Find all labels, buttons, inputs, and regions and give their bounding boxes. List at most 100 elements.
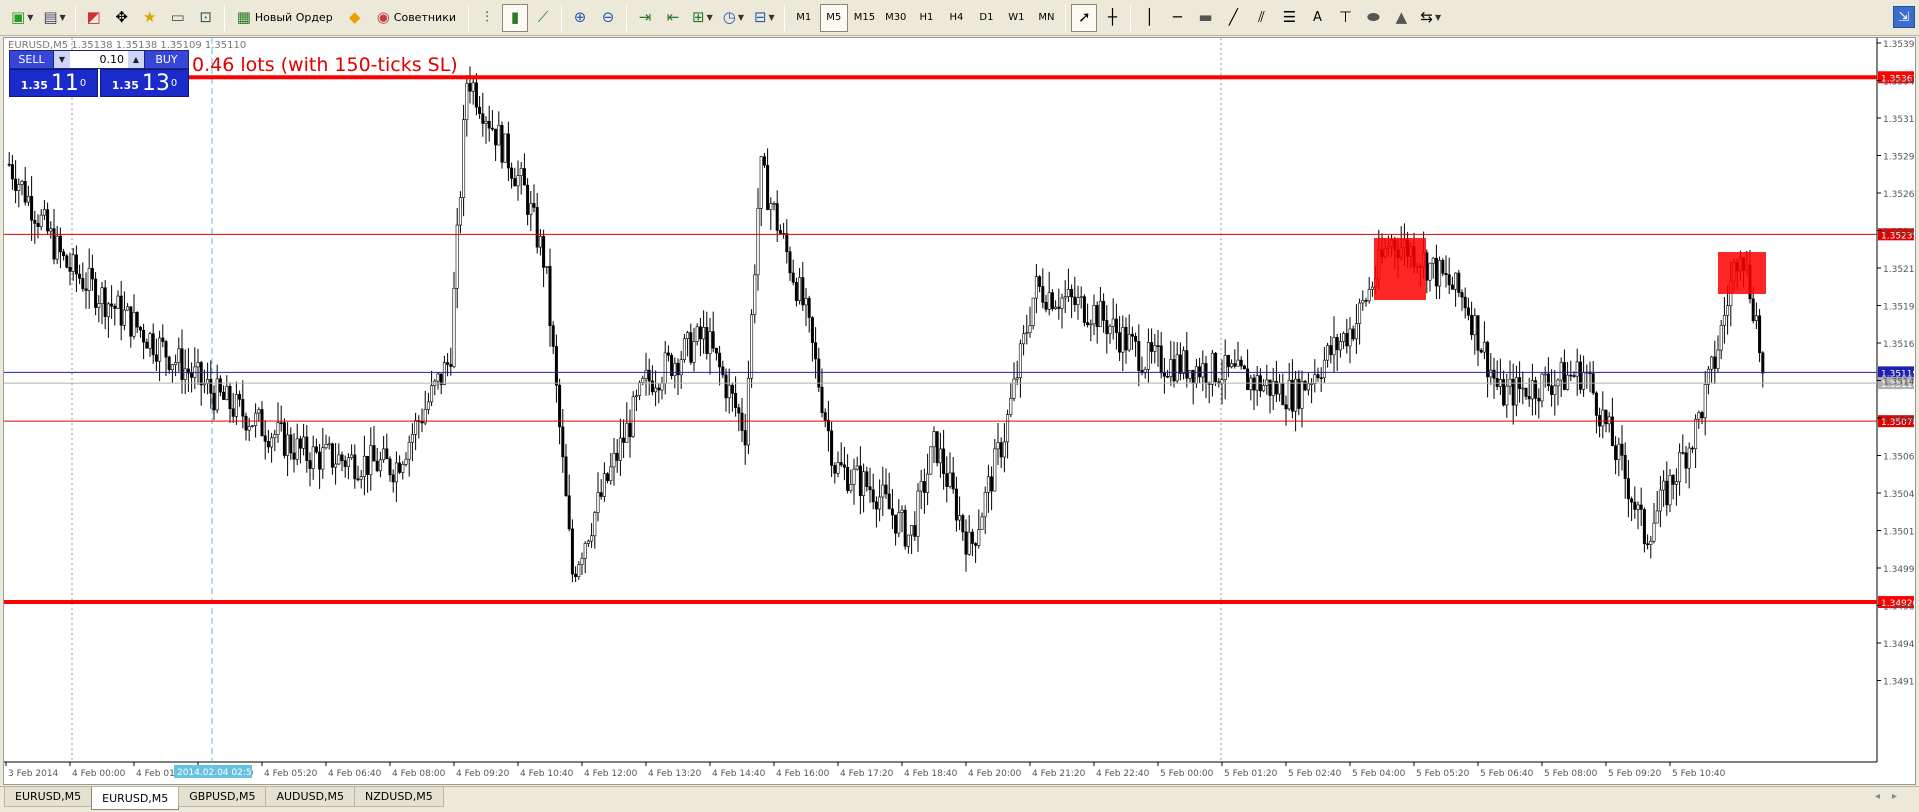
indicators-button[interactable]: ⊞ ▼	[688, 4, 717, 32]
tab-gbpusd-m5[interactable]: GBPUSD,M5	[178, 787, 267, 807]
experts-button[interactable]: ◉ Советники	[370, 4, 463, 32]
timeframe-d1[interactable]: D1	[972, 4, 1000, 32]
tab-eurusd-m5-2[interactable]: EURUSD,M5	[91, 787, 180, 810]
chart-shift-button[interactable]: ⇤	[660, 4, 686, 32]
ellipse-button[interactable]: ⬬	[1360, 4, 1386, 32]
candle-body	[1082, 296, 1086, 323]
auto-scroll-button[interactable]: ⇥	[632, 4, 658, 32]
candle-body	[1646, 543, 1650, 546]
tab-nzdusd-m5[interactable]: NZDUSD,M5	[354, 787, 444, 807]
timeframe-mn[interactable]: MN	[1032, 4, 1060, 32]
price-chart[interactable]: 1.353671.352351.351191.351101.350781.349…	[4, 38, 1915, 784]
navigator-button[interactable]: ★	[137, 4, 163, 32]
candle-body	[14, 178, 18, 191]
candle-body	[343, 460, 347, 467]
lot-increase-icon[interactable]: ▲	[128, 51, 144, 68]
candle-body	[1726, 305, 1730, 316]
candle-body	[1335, 337, 1339, 351]
lot-size-annotation[interactable]: 0.46 lots (with 150-ticks SL)	[192, 54, 458, 76]
new-chart-button[interactable]: ▣ ▼	[7, 4, 37, 32]
candle-body	[554, 346, 558, 386]
candle-body	[1633, 501, 1637, 510]
arrows-button[interactable]: ⇆ ▼	[1416, 4, 1445, 32]
candle-body	[807, 298, 811, 318]
data-window-button[interactable]: ✥	[109, 4, 135, 32]
candle-body	[974, 543, 978, 546]
crosshair-button[interactable]: ┼	[1099, 4, 1125, 32]
tester-icon: ⊡	[199, 8, 212, 26]
candle-body	[289, 434, 293, 454]
candle-body	[862, 471, 866, 496]
candle-body	[1118, 332, 1122, 353]
terminal-button[interactable]: ▭	[165, 4, 191, 32]
window-close-icon[interactable]: ⇲	[1893, 6, 1915, 28]
resistance-test-box-2	[1718, 252, 1766, 294]
sell-button[interactable]: SELL	[10, 51, 54, 68]
candle-body	[593, 512, 597, 537]
candle-body	[238, 394, 242, 400]
channel-button[interactable]: ⫽	[1248, 4, 1274, 32]
candle-body	[561, 426, 565, 458]
metaeditor-button[interactable]: ◆	[342, 4, 368, 32]
candle-body	[881, 484, 885, 498]
cursor-button[interactable]: ➚	[1071, 3, 1098, 32]
candle-body	[1233, 363, 1237, 367]
market-watch-button[interactable]: ◩	[81, 4, 107, 32]
lot-input[interactable]: 0.10	[70, 51, 128, 68]
candle-body	[1697, 412, 1701, 420]
candle-body	[686, 332, 690, 339]
candle-body	[814, 342, 818, 360]
candle-body	[775, 203, 779, 231]
lot-decrease-icon[interactable]: ▼	[54, 51, 70, 68]
periods-button[interactable]: ◷ ▼	[719, 4, 748, 32]
tester-button[interactable]: ⊡	[193, 4, 219, 32]
buy-price[interactable]: 1.35 13 0	[100, 69, 189, 97]
templates-icon: ⊟	[753, 8, 767, 26]
timeframe-m1[interactable]: M1	[790, 4, 818, 32]
zoom-out-button[interactable]: ⊖	[595, 4, 621, 32]
candle-body	[977, 529, 981, 546]
candle-body	[727, 384, 731, 399]
candle-body	[1658, 489, 1662, 512]
candle-body	[1338, 341, 1342, 351]
fibonacci-button[interactable]: ☰	[1276, 4, 1302, 32]
line-chart-button[interactable]: ⟋	[530, 4, 556, 32]
candle-body	[36, 223, 40, 227]
timeframe-m5[interactable]: M5	[819, 3, 848, 32]
timeframe-m30[interactable]: M30	[881, 4, 910, 32]
vertical-line-button[interactable]: │	[1136, 4, 1162, 32]
timeframe-h1[interactable]: H1	[912, 4, 940, 32]
tab-eurusd-m5-1[interactable]: EURUSD,M5	[4, 787, 93, 807]
trendline-button[interactable]: ╱	[1220, 4, 1246, 32]
price-tick-label: 1.35315	[1883, 115, 1915, 125]
timeframe-h4[interactable]: H4	[942, 4, 970, 32]
templates-button[interactable]: ⊟ ▼	[750, 4, 779, 32]
candle-body	[1460, 292, 1464, 298]
profiles-button[interactable]: ▤ ▼	[39, 4, 69, 32]
tab-audusd-m5[interactable]: AUDUSD,M5	[265, 787, 356, 807]
candle-body	[1495, 378, 1499, 387]
candle-body	[1306, 383, 1310, 391]
rectangle-button[interactable]: ▬	[1192, 4, 1218, 32]
candle-body	[654, 387, 658, 393]
candle-body	[1073, 296, 1077, 306]
candle-body	[452, 287, 456, 367]
bar-chart-button[interactable]: ⫶	[474, 4, 500, 32]
timeframe-m15[interactable]: M15	[850, 4, 879, 32]
tab-scroll-arrows-icon[interactable]: ◂▸	[1875, 791, 1909, 802]
text-label-button[interactable]: ⊤	[1332, 4, 1358, 32]
horizontal-line-button[interactable]: ─	[1164, 4, 1190, 32]
text-button[interactable]: A	[1304, 4, 1330, 32]
buy-button[interactable]: BUY	[144, 51, 188, 68]
chart-area[interactable]: 1.35367 1.35235 1.35119 1.35110 1.35078 1.349…	[3, 37, 1916, 785]
sell-price[interactable]: 1.35 11 0	[9, 69, 98, 97]
candle-body	[1201, 363, 1205, 378]
candlestick-button[interactable]: ▮	[501, 3, 528, 32]
zoom-in-button[interactable]: ⊕	[567, 4, 593, 32]
candle-body	[641, 378, 645, 383]
new-order-button[interactable]: ▦ Новый Ордер	[230, 4, 340, 32]
candle-body	[628, 422, 632, 438]
triangle-button[interactable]: ▲	[1388, 4, 1414, 32]
candle-body	[986, 476, 990, 493]
timeframe-w1[interactable]: W1	[1002, 4, 1030, 32]
